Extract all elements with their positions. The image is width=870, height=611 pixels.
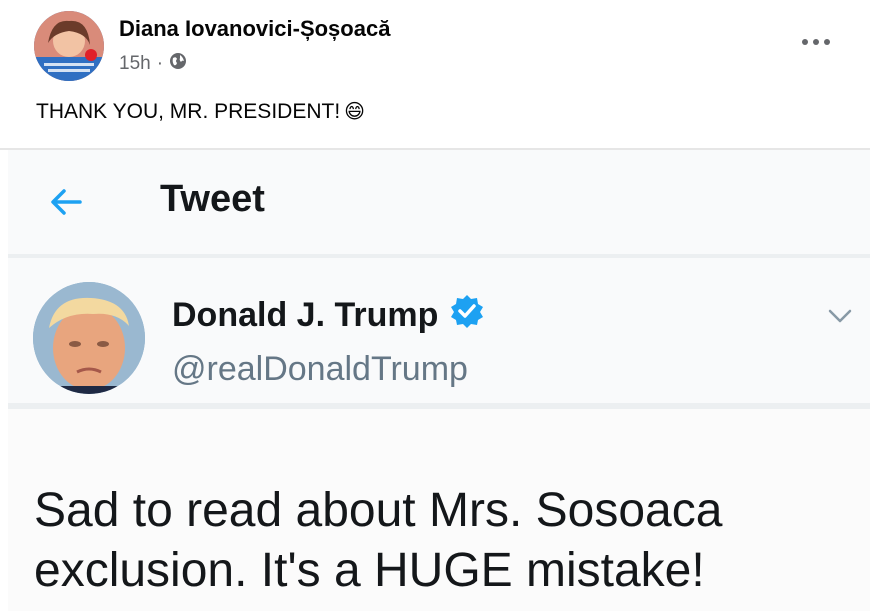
verified-badge-icon	[450, 294, 484, 337]
post-meta: 15h ·	[119, 52, 187, 76]
tweet-text-line-2: exclusion. It's a HUGE mistake!	[34, 544, 705, 597]
tweet-text-line-1: Sad to read about Mrs. Sosoaca	[34, 484, 723, 537]
smile-emoji-icon: 😄	[344, 101, 366, 123]
globe-icon[interactable]	[169, 52, 187, 76]
tweet-header-title: Tweet	[160, 178, 265, 220]
chevron-down-icon[interactable]	[826, 306, 854, 326]
tweet-author-name[interactable]: Donald J. Trump	[172, 294, 484, 337]
meta-separator: ·	[156, 53, 164, 74]
tweet-author-row: Donald J. Trump @realDonaldTrump	[8, 258, 870, 403]
arrow-left-icon[interactable]	[46, 182, 86, 222]
tweet-body: Sad to read about Mrs. Sosoaca exclusion…	[8, 409, 870, 611]
tweet-screenshot: Tweet Donald J. Trump @realDonaldTrump S…	[8, 150, 870, 611]
more-options-icon[interactable]	[796, 28, 836, 56]
tweet-author-avatar[interactable]	[33, 282, 145, 394]
post-time[interactable]: 15h	[119, 53, 151, 75]
post-author-name[interactable]: Diana Iovanovici-Șoșoacă	[119, 16, 390, 42]
tweet-header-bar: Tweet	[8, 150, 870, 254]
post-text-content: THANK YOU, MR. PRESIDENT!	[36, 99, 341, 123]
tweet-author-handle[interactable]: @realDonaldTrump	[172, 350, 468, 389]
post-text: THANK YOU, MR. PRESIDENT! 😄	[36, 99, 365, 124]
author-avatar[interactable]	[34, 11, 104, 81]
facebook-post-header: Diana Iovanovici-Șoșoacă 15h · THANK YOU…	[0, 0, 870, 148]
tweet-author-name-text[interactable]: Donald J. Trump	[172, 296, 438, 335]
tweet-text: Sad to read about Mrs. Sosoaca exclusion…	[34, 481, 854, 601]
